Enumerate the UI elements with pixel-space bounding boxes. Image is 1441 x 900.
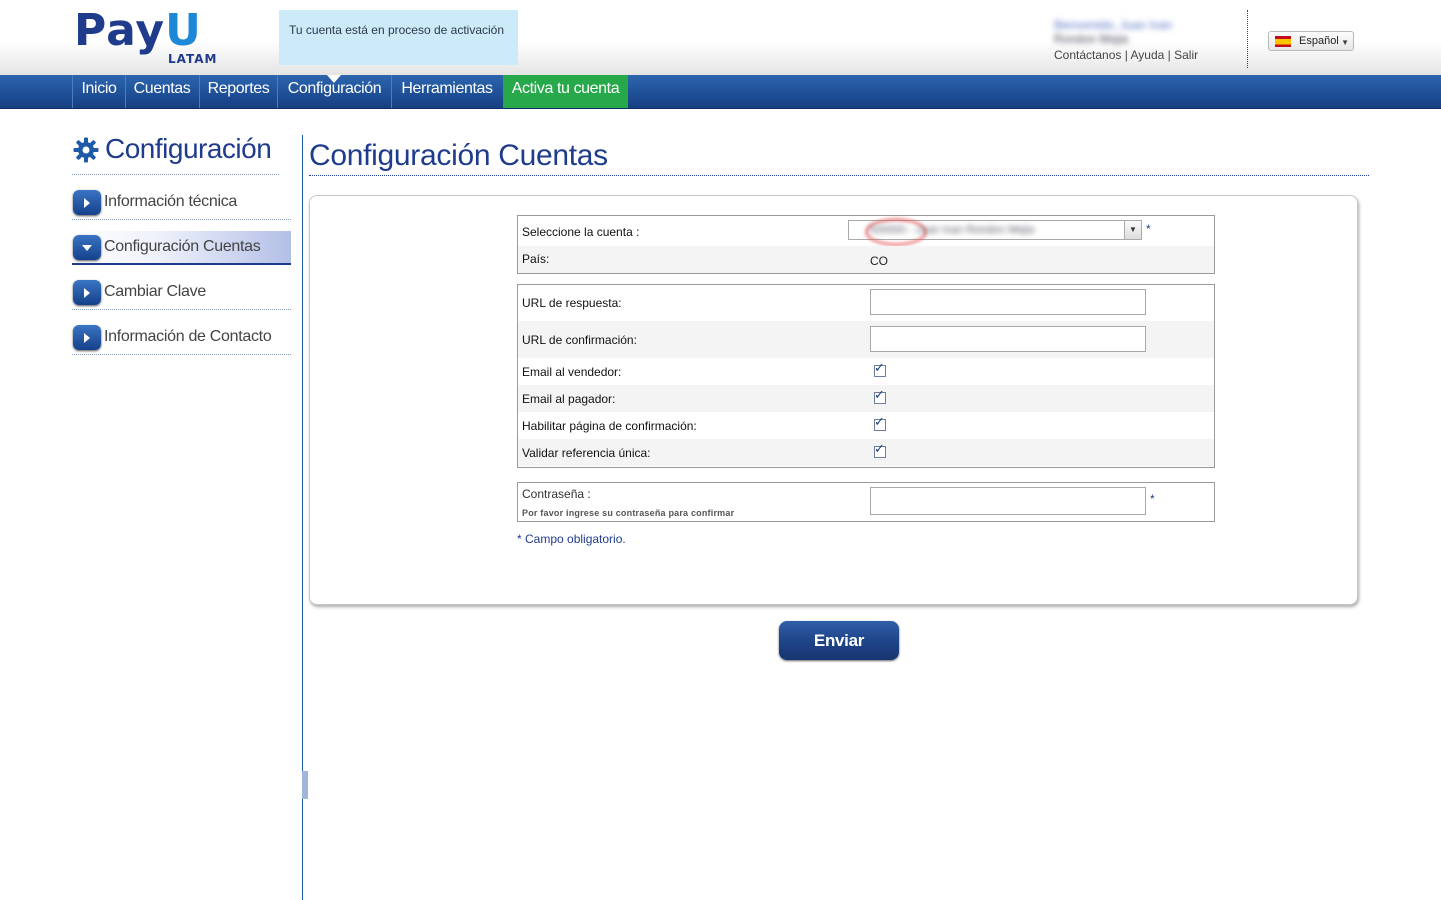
- email-vendor-label: Email al vendedor:: [522, 365, 622, 379]
- response-url-label: URL de respuesta:: [522, 296, 622, 310]
- country-row: País: CO: [518, 246, 1214, 273]
- header-divider: [1247, 10, 1248, 68]
- logout-link[interactable]: Salir: [1174, 48, 1198, 62]
- contact-link[interactable]: Contáctanos: [1054, 48, 1121, 62]
- required-mark: *: [1146, 222, 1151, 236]
- logo-subtitle: LATAM: [168, 52, 218, 66]
- country-label: País:: [522, 252, 550, 266]
- password-hint: Por favor ingrese su contraseña para con…: [522, 508, 735, 518]
- nav-activa-cuenta[interactable]: Activa tu cuenta: [503, 75, 628, 108]
- account-fieldset: Seleccione la cuenta : 500000 - Juan Iva…: [517, 215, 1215, 274]
- settings-fieldset: URL de respuesta: URL de confirmación: E…: [517, 284, 1215, 468]
- confirmation-url-label: URL de confirmación:: [522, 333, 637, 347]
- option-row: Email al pagador: ✓: [518, 385, 1214, 412]
- account-select-value: 500000 - Juan Ivan Rondon Mejia: [869, 224, 1035, 236]
- user-greeting: Bienvenido, Juan Ivan: [1054, 18, 1173, 32]
- nav-inicio[interactable]: Inicio: [73, 75, 125, 108]
- sidebar-item-label: Información de Contacto: [104, 328, 272, 345]
- option-row: Validar referencia única: ✓: [518, 439, 1214, 466]
- user-links: Contáctanos | Ayuda | Salir: [1054, 48, 1199, 62]
- chevron-down-icon: ▼: [1341, 38, 1349, 47]
- page-title-rule: [309, 175, 1369, 176]
- option-row: Email al vendedor: ✓: [518, 358, 1214, 385]
- unique-reference-checkbox[interactable]: ✓: [874, 441, 886, 458]
- required-mark: *: [1150, 492, 1155, 506]
- header: PayU LATAM Tu cuenta está en proceso de …: [0, 0, 1441, 75]
- response-url-input[interactable]: [870, 289, 1146, 315]
- password-row: Contraseña : Por favor ingrese su contra…: [518, 483, 1214, 521]
- sidebar-item-informacion-tecnica[interactable]: Información técnica: [72, 176, 291, 220]
- nav-herramientas[interactable]: Herramientas: [392, 75, 502, 108]
- nav-reportes[interactable]: Reportes: [200, 75, 277, 108]
- sidebar-item-cambiar-clave[interactable]: Cambiar Clave: [72, 266, 291, 310]
- confirmation-url-input[interactable]: [870, 326, 1146, 352]
- password-fieldset: Contraseña : Por favor ingrese su contra…: [517, 482, 1215, 522]
- sidebar-item-label: Configuración Cuentas: [104, 238, 261, 255]
- payu-logo[interactable]: PayU LATAM: [74, 6, 224, 68]
- account-select-label: Seleccione la cuenta :: [522, 225, 640, 239]
- email-vendor-checkbox[interactable]: ✓: [874, 360, 886, 377]
- sidebar-title: Configuración: [105, 133, 272, 164]
- country-value: CO: [870, 254, 888, 268]
- confirmation-page-label: Habilitar página de confirmación:: [522, 419, 697, 433]
- unique-reference-label: Validar referencia única:: [522, 446, 651, 460]
- gear-icon: [73, 137, 99, 163]
- arrow-right-icon: [73, 190, 101, 215]
- submit-button[interactable]: Enviar: [779, 621, 899, 660]
- email-payer-checkbox[interactable]: ✓: [874, 387, 886, 404]
- arrow-down-icon: [73, 235, 101, 260]
- user-box: Bienvenido, Juan Ivan Rondon Mejia Contá…: [1054, 18, 1198, 62]
- logo-wordmark: PayU: [74, 5, 202, 56]
- password-input[interactable]: [870, 487, 1146, 515]
- confirmation-url-row: URL de confirmación:: [518, 321, 1214, 358]
- required-note: * Campo obligatorio.: [517, 532, 626, 546]
- account-select[interactable]: 500000 - Juan Ivan Rondon Mejia ▼: [848, 218, 1142, 246]
- email-payer-label: Email al pagador:: [522, 392, 616, 406]
- user-name: Rondon Mejia: [1054, 32, 1129, 46]
- language-label: Español: [1299, 35, 1339, 47]
- sidebar-item-informacion-contacto[interactable]: Información de Contacto: [72, 311, 291, 355]
- arrow-right-icon: [73, 325, 101, 350]
- language-select[interactable]: Español ▼: [1268, 31, 1354, 51]
- account-row: Seleccione la cuenta : 500000 - Juan Iva…: [518, 216, 1214, 246]
- option-row: Habilitar página de confirmación: ✓: [518, 412, 1214, 439]
- sidebar-item-label: Información técnica: [104, 193, 238, 210]
- arrow-right-icon: [73, 280, 101, 305]
- sidebar-collapse-handle[interactable]: [302, 771, 308, 799]
- help-link[interactable]: Ayuda: [1131, 48, 1165, 62]
- activation-notice: Tu cuenta está en proceso de activación: [279, 10, 518, 65]
- main-nav: Inicio Cuentas Reportes Configuración He…: [0, 75, 1441, 109]
- sidebar-item-configuracion-cuentas[interactable]: Configuración Cuentas: [72, 221, 291, 265]
- nav-cuentas[interactable]: Cuentas: [126, 75, 198, 108]
- sidebar-title-rule: [72, 174, 279, 175]
- active-tab-indicator: [327, 75, 341, 83]
- page-title: Configuración Cuentas: [309, 139, 608, 172]
- chevron-down-icon: ▼: [1124, 221, 1141, 239]
- response-url-row: URL de respuesta:: [518, 285, 1214, 321]
- password-label: Contraseña :: [522, 487, 591, 501]
- sidebar-item-label: Cambiar Clave: [104, 283, 206, 300]
- spain-flag-icon: [1275, 36, 1291, 47]
- confirmation-page-checkbox[interactable]: ✓: [874, 414, 886, 431]
